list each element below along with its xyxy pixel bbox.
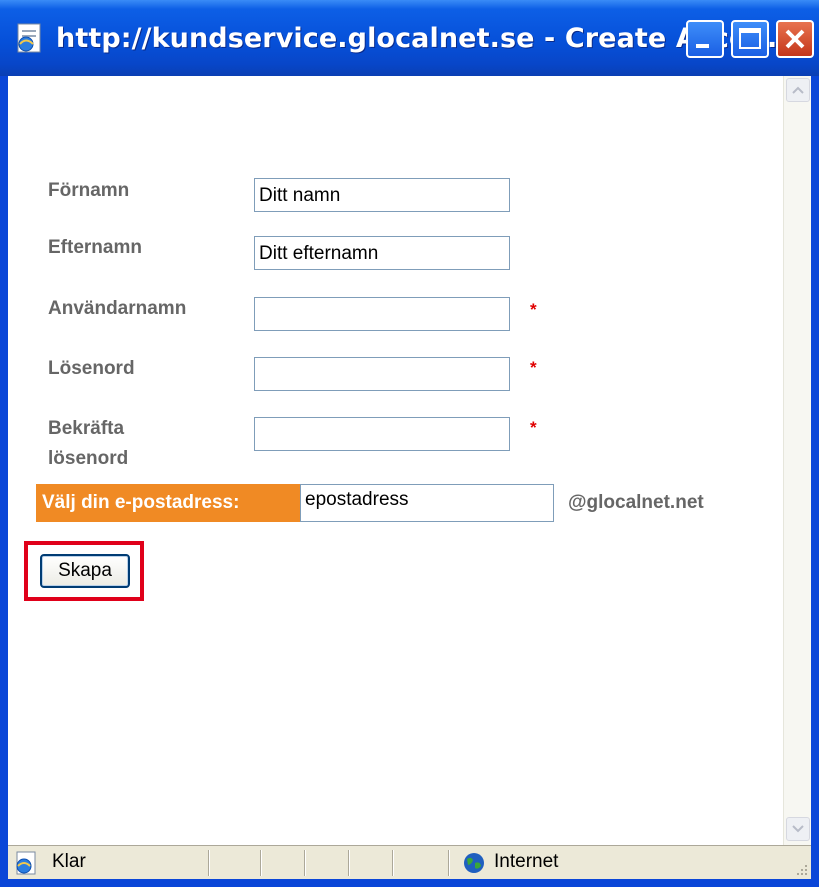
email-domain-suffix: @glocalnet.net [568, 492, 704, 513]
scroll-down-button[interactable] [786, 817, 810, 841]
title-bar[interactable]: http://kundservice.glocalnet.se - Create… [0, 0, 819, 76]
efternamn-input[interactable]: Ditt efternamn [254, 236, 510, 270]
label-anvandarnamn: Användarnamn [48, 298, 187, 319]
skapa-button[interactable]: Skapa [40, 554, 130, 588]
required-marker-confirm: * [530, 418, 537, 437]
ie-page-icon [17, 23, 41, 53]
resize-grip-icon[interactable] [793, 861, 809, 877]
email-label-banner: Välj din e-postadress: [36, 484, 300, 522]
minimize-button[interactable] [686, 20, 724, 58]
username-input[interactable] [254, 297, 510, 331]
label-fornamn: Förnamn [48, 180, 130, 201]
fornamn-input[interactable]: Ditt namn [254, 178, 510, 212]
status-divider [448, 850, 449, 876]
label-confirm-line2: lösenord [48, 448, 129, 469]
security-zone-text: Internet [494, 851, 559, 872]
close-button[interactable] [776, 20, 814, 58]
status-text: Klar [52, 851, 86, 872]
maximize-button[interactable] [731, 20, 769, 58]
status-divider [304, 850, 305, 876]
globe-icon [464, 853, 484, 873]
status-bar: Klar Internet [8, 845, 811, 879]
browser-popup-window: http://kundservice.glocalnet.se - Create… [0, 0, 819, 887]
status-divider [392, 850, 393, 876]
label-losenord: Lösenord [48, 358, 135, 379]
minimize-icon [696, 44, 709, 48]
vertical-scrollbar[interactable] [783, 76, 811, 845]
status-divider [208, 850, 209, 876]
email-input[interactable]: epostadress [300, 484, 554, 522]
close-icon [785, 29, 805, 49]
confirm-password-input[interactable] [254, 417, 510, 451]
label-confirm-line1: Bekräfta [48, 418, 125, 439]
password-input[interactable] [254, 357, 510, 391]
ie-page-status-icon [16, 851, 36, 875]
required-marker-username: * [530, 300, 537, 319]
label-efternamn: Efternamn [48, 237, 142, 258]
chevron-down-icon [792, 825, 804, 833]
chevron-up-icon [792, 86, 804, 94]
status-divider [348, 850, 349, 876]
page-content: Förnamn Ditt namn Efternamn Ditt efterna… [8, 76, 811, 845]
status-divider [260, 850, 261, 876]
maximize-icon [739, 28, 761, 49]
required-marker-password: * [530, 358, 537, 377]
window-bottom-frame [0, 879, 819, 887]
scroll-up-button[interactable] [786, 78, 810, 102]
